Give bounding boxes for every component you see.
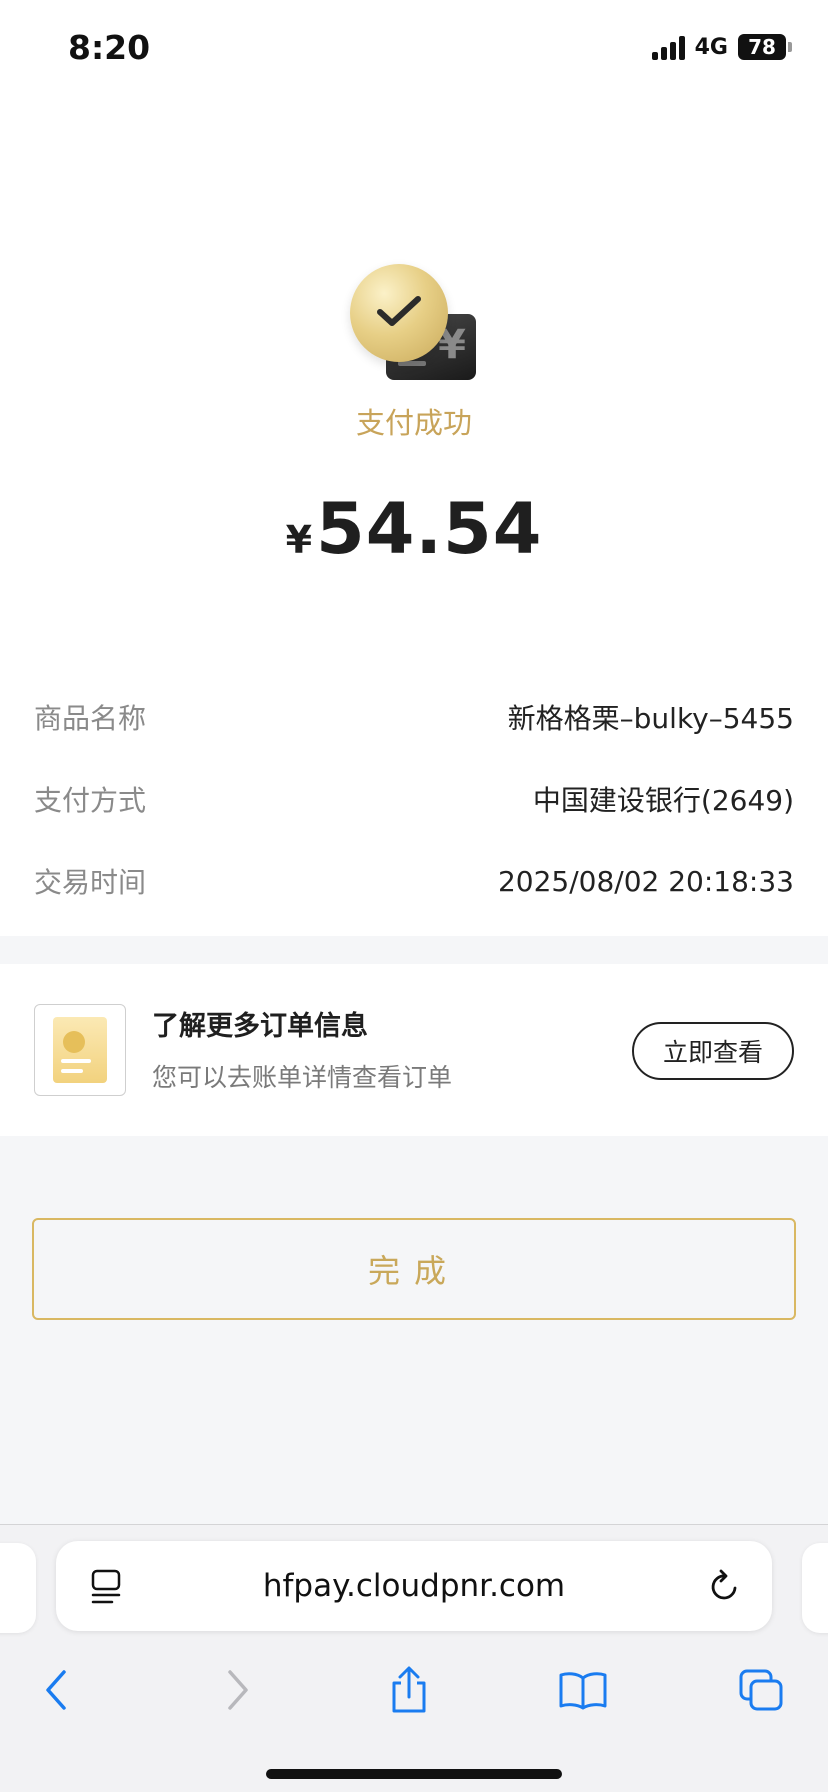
address-bar[interactable]: hfpay.cloudpnr.com	[56, 1541, 772, 1631]
detail-value: 中国建设银行(2649)	[532, 784, 794, 817]
detail-row-method: 支付方式 中国建设银行(2649)	[34, 758, 794, 840]
detail-label: 交易时间	[34, 866, 147, 899]
detail-row-product: 商品名称 新格格栗–bulky–5455	[34, 676, 794, 758]
detail-label: 支付方式	[34, 784, 147, 817]
detail-value: 2025/08/02 20:18:33	[497, 864, 794, 898]
battery-icon: 78	[738, 34, 792, 60]
payment-success-icon: ¥	[350, 264, 480, 384]
payment-status-text: 支付成功	[355, 406, 472, 440]
forward-icon[interactable]	[202, 1655, 272, 1725]
status-bar: 8:20 4G 78	[0, 0, 828, 100]
browser-toolbar	[0, 1655, 828, 1725]
check-coin-icon	[350, 264, 448, 362]
share-icon[interactable]	[374, 1655, 444, 1725]
order-info-title: 了解更多订单信息	[152, 1011, 368, 1042]
payment-amount: ¥ 54.54	[0, 488, 828, 570]
amount-value: 54.54	[316, 488, 543, 570]
status-time: 8:20	[68, 28, 151, 67]
status-indicators: 4G 78	[651, 34, 792, 60]
currency-symbol: ¥	[285, 518, 313, 562]
network-type: 4G	[694, 34, 728, 60]
detail-label: 商品名称	[34, 702, 147, 735]
detail-row-time: 交易时间 2025/08/02 20:18:33	[34, 840, 794, 922]
check-icon	[377, 296, 421, 326]
done-button[interactable]: 完成	[32, 1218, 796, 1320]
back-icon[interactable]	[22, 1655, 92, 1725]
browser-bottom-bar: hfpay.cloudpnr.com	[0, 1524, 828, 1792]
order-document-icon	[34, 1004, 126, 1096]
battery-level: 78	[738, 34, 786, 60]
next-tab-preview[interactable]	[802, 1543, 828, 1633]
signal-icon	[651, 34, 685, 60]
home-indicator[interactable]	[266, 1769, 562, 1779]
payment-details: 商品名称 新格格栗–bulky–5455 支付方式 中国建设银行(2649) 交…	[34, 676, 794, 922]
view-order-button[interactable]: 立即查看	[632, 1022, 794, 1080]
order-info-card: 了解更多订单信息 您可以去账单详情查看订单 立即查看	[0, 964, 828, 1136]
tabs-icon[interactable]	[726, 1655, 796, 1725]
order-info-subtitle: 您可以去账单详情查看订单	[152, 1063, 453, 1092]
reload-icon[interactable]	[708, 1567, 742, 1609]
url-text: hfpay.cloudpnr.com	[262, 1568, 566, 1604]
bookmarks-icon[interactable]	[548, 1655, 618, 1725]
previous-tab-preview[interactable]	[0, 1543, 36, 1633]
detail-value: 新格格栗–bulky–5455	[507, 702, 794, 735]
